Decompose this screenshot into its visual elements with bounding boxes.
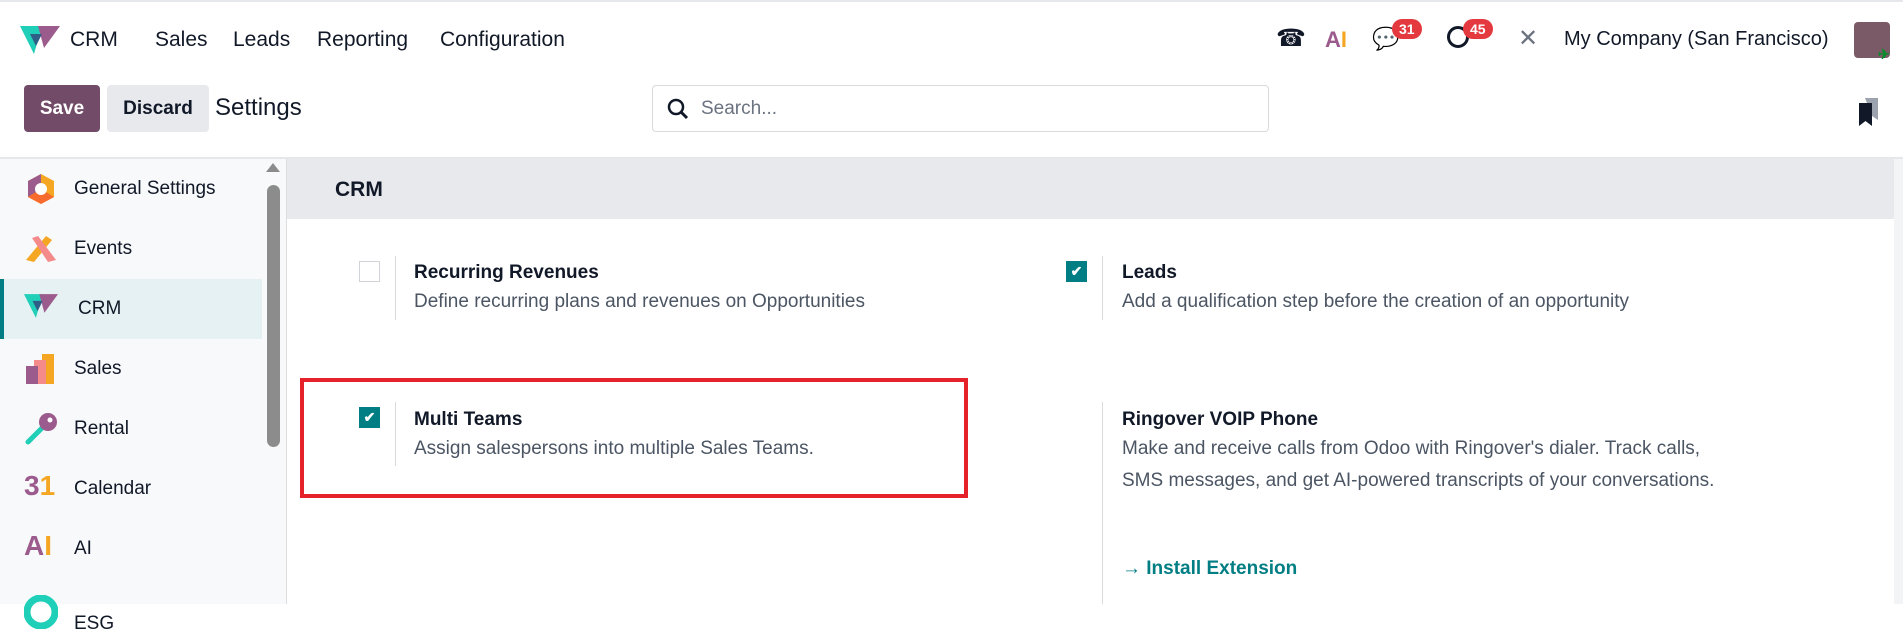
ai-icon[interactable]: AI xyxy=(1325,27,1347,53)
calendar-icon: 31 xyxy=(24,470,56,501)
discard-button[interactable]: Discard xyxy=(107,85,209,132)
page-title: Settings xyxy=(215,94,302,121)
sidebar-item-crm[interactable]: CRM xyxy=(0,279,262,339)
divider xyxy=(1102,402,1103,604)
sidebar-item-rental[interactable]: Rental xyxy=(0,399,262,459)
phone-icon[interactable]: ☎ xyxy=(1276,24,1306,53)
install-extension-link[interactable]: → Install Extension xyxy=(1122,558,1297,580)
divider xyxy=(395,256,396,320)
multi-teams-checkbox[interactable]: ✔ xyxy=(359,407,380,428)
app-name[interactable]: CRM xyxy=(70,28,118,52)
leads-checkbox[interactable]: ✔ xyxy=(1066,261,1087,282)
setting-description: Assign salespersons into multiple Sales … xyxy=(414,438,814,459)
messages-badge: 31 xyxy=(1392,19,1422,39)
user-avatar[interactable]: ✈ xyxy=(1854,22,1890,62)
arrow-right-icon: → xyxy=(1122,558,1147,579)
search-icon xyxy=(667,98,689,120)
top-navbar: CRM Sales Leads Reporting Configuration … xyxy=(0,0,1903,78)
sidebar-item-calendar[interactable]: 31 Calendar xyxy=(0,459,262,519)
setting-description: Define recurring plans and revenues on O… xyxy=(414,291,865,312)
sales-icon xyxy=(24,352,58,386)
status-icon: ✈ xyxy=(1878,46,1890,62)
tools-icon[interactable]: ✕ xyxy=(1518,24,1538,53)
setting-description: Add a qualification step before the crea… xyxy=(1122,291,1630,312)
setting-title: Leads xyxy=(1122,262,1177,283)
scroll-up-icon[interactable] xyxy=(266,163,280,172)
sidebar-item-ai[interactable]: AI AI xyxy=(0,519,262,579)
divider xyxy=(395,402,396,466)
settings-sidebar: General Settings Events CRM Sales Rental… xyxy=(0,159,262,634)
setting-title: Recurring Revenues xyxy=(414,262,599,283)
save-button[interactable]: Save xyxy=(24,85,100,132)
setting-description: Make and receive calls from Odoo with Ri… xyxy=(1122,438,1715,491)
ai-app-icon: AI xyxy=(24,530,53,561)
events-icon xyxy=(24,232,58,266)
menu-configuration[interactable]: Configuration xyxy=(440,28,565,52)
recurring-revenues-checkbox[interactable] xyxy=(359,261,380,282)
sidebar-scrollbar-thumb[interactable] xyxy=(267,185,280,447)
section-header-crm: CRM xyxy=(287,159,1894,219)
crm-icon xyxy=(24,292,58,326)
crm-logo-icon[interactable] xyxy=(20,24,60,56)
sidebar-item-events[interactable]: Events xyxy=(0,219,262,279)
menu-leads[interactable]: Leads xyxy=(233,28,290,52)
sidebar-item-sales[interactable]: Sales xyxy=(0,339,262,399)
general-settings-icon xyxy=(24,172,58,206)
setting-title: Multi Teams xyxy=(414,409,523,430)
activities-badge: 45 xyxy=(1463,19,1493,39)
menu-sales[interactable]: Sales xyxy=(155,28,208,52)
rental-icon xyxy=(24,412,58,446)
sidebar-item-general-settings[interactable]: General Settings xyxy=(0,159,262,219)
search-input[interactable]: Search... xyxy=(652,85,1269,132)
menu-reporting[interactable]: Reporting xyxy=(317,28,408,52)
divider xyxy=(1102,256,1103,320)
main-scrollbar[interactable] xyxy=(1894,159,1903,604)
esg-icon xyxy=(23,594,59,630)
company-switcher[interactable]: My Company (San Francisco) xyxy=(1564,28,1829,51)
setting-title: Ringover VOIP Phone xyxy=(1122,409,1319,430)
sidebar-item-esg[interactable]: ESG xyxy=(0,579,262,639)
search-placeholder: Search... xyxy=(701,97,778,119)
bookmark-icon[interactable] xyxy=(1858,98,1880,126)
